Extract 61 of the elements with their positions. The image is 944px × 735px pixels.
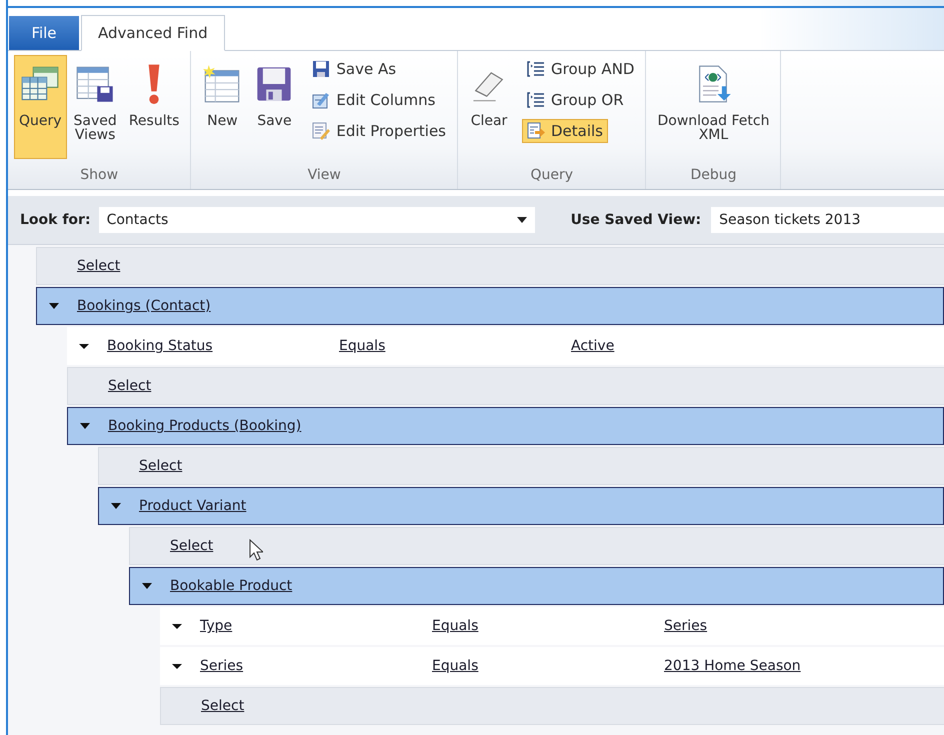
select-link[interactable]: Select [108, 378, 152, 394]
ribbon-button[interactable]: Group OR [522, 88, 629, 112]
expand-arrow-icon[interactable] [111, 501, 121, 511]
ribbon-button[interactable]: Group AND [522, 57, 640, 81]
expand-arrow-icon[interactable] [80, 421, 90, 431]
group-label: Show [79, 167, 120, 185]
select-link[interactable]: Select [139, 458, 182, 474]
value-link[interactable]: Series [664, 618, 708, 634]
entity-header[interactable]: Bookable Product [129, 567, 944, 605]
saved-view-label: Use Saved View: [570, 212, 702, 228]
bracket-list-icon [527, 91, 545, 109]
bracket-list-icon [527, 60, 545, 78]
look-for-label: Look for: [20, 212, 91, 228]
exclamation-icon [148, 64, 160, 104]
dropdown-arrow-icon[interactable] [172, 661, 182, 671]
entity-link[interactable]: Bookable Product [170, 578, 292, 594]
entity-header[interactable]: Product Variant [98, 487, 944, 525]
list-pencil-icon [312, 122, 330, 140]
caret-icon [516, 217, 527, 223]
value-link[interactable]: Active [571, 338, 614, 354]
list-arrow-icon [527, 122, 545, 140]
operator-link[interactable]: Equals [432, 618, 478, 634]
group-label: View [306, 167, 342, 185]
select-link[interactable]: Select [170, 538, 214, 554]
value-link[interactable]: 2013 Home Season [664, 658, 801, 674]
entity-link[interactable]: Booking Products (Booking) [108, 418, 302, 434]
field-link[interactable]: Type [200, 618, 232, 634]
entity-dropdown[interactable]: Contacts [98, 207, 535, 233]
entity-link[interactable]: Product Variant [139, 498, 246, 514]
entity-link[interactable]: Bookings (Contact) [77, 298, 211, 314]
select-link[interactable]: Select [201, 698, 244, 714]
ribbon-tab[interactable]: Advanced Find [81, 15, 225, 51]
dropdown-arrow-icon[interactable] [79, 341, 89, 351]
ribbon-button[interactable]: Save As [307, 57, 402, 81]
ribbon-button[interactable]: New [197, 55, 248, 159]
ribbon-tab[interactable]: File [9, 16, 79, 50]
group-label: Query [529, 167, 574, 185]
mouse-pointer-icon [249, 539, 263, 561]
window-floppy-icon [75, 64, 116, 104]
ribbon-button[interactable]: Query [14, 55, 67, 159]
ribbon-button[interactable]: Download Fetch XML [652, 55, 774, 159]
field-link[interactable]: Series [200, 658, 244, 674]
ribbon-button[interactable]: Saved Views [68, 55, 122, 159]
ribbon-button[interactable]: Save [249, 55, 300, 159]
expand-arrow-icon[interactable] [49, 301, 59, 311]
ribbon-button[interactable]: Results [124, 55, 184, 159]
expand-arrow-icon[interactable] [142, 581, 152, 591]
ribbon-button[interactable]: Clear [464, 55, 514, 159]
operator-link[interactable]: Equals [432, 658, 478, 674]
entity-header[interactable]: Bookings (Contact) [36, 287, 944, 325]
select-link[interactable]: Select [77, 258, 120, 274]
entity-header[interactable]: Booking Products (Booking) [67, 407, 944, 445]
group-label: Debug [689, 167, 738, 185]
saved-view-field[interactable]: Season tickets 2013 [711, 207, 944, 233]
operator-link[interactable]: Equals [339, 338, 386, 354]
field-link[interactable]: Booking Status [107, 338, 213, 354]
dropdown-arrow-icon[interactable] [172, 621, 182, 631]
ribbon-button[interactable]: Edit Properties [307, 119, 451, 143]
form-pencil-icon [312, 91, 330, 109]
ribbon-button[interactable]: Details [522, 119, 608, 143]
ribbon-button[interactable]: Edit Columns [307, 88, 440, 112]
